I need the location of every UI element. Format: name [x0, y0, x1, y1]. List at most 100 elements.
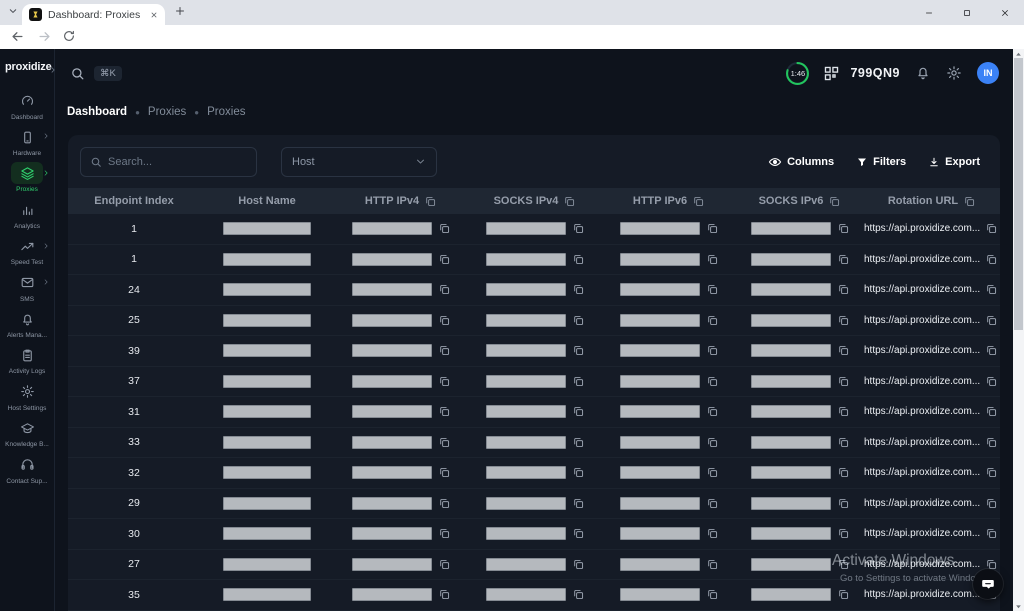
copy-icon[interactable] [438, 314, 451, 327]
copy-icon[interactable] [706, 527, 719, 540]
copy-icon[interactable] [985, 253, 998, 266]
sidebar-item-analytics[interactable]: Analytics [0, 196, 54, 232]
copy-icon[interactable] [837, 283, 850, 296]
copy-icon[interactable] [985, 405, 998, 418]
copy-icon[interactable] [438, 588, 451, 601]
copy-icon[interactable] [438, 344, 451, 357]
copy-icon[interactable] [438, 253, 451, 266]
tab-close-icon[interactable] [150, 11, 158, 19]
sidebar-item-alerts-mana[interactable]: Alerts Mana... [0, 305, 54, 341]
new-tab-button[interactable] [174, 5, 186, 17]
copy-icon[interactable] [706, 558, 719, 571]
copy-icon[interactable] [572, 283, 585, 296]
copy-icon[interactable] [706, 344, 719, 357]
sidebar-item-contact-sup[interactable]: Contact Sup... [0, 451, 54, 487]
copy-icon[interactable] [438, 466, 451, 479]
copy-icon[interactable] [837, 253, 850, 266]
breadcrumb-dashboard[interactable]: Dashboard [67, 106, 127, 118]
copy-icon[interactable] [985, 222, 998, 235]
export-button[interactable]: Export [928, 155, 980, 169]
breadcrumb-proxies[interactable]: Proxies [148, 106, 186, 118]
back-icon[interactable] [10, 29, 25, 44]
copy-icon[interactable] [438, 527, 451, 540]
copy-icon[interactable] [572, 344, 585, 357]
copy-icon[interactable] [438, 222, 451, 235]
copy-icon[interactable] [837, 558, 850, 571]
copy-icon[interactable] [985, 436, 998, 449]
copy-icon[interactable] [985, 466, 998, 479]
copy-icon[interactable] [438, 436, 451, 449]
qr-code-icon[interactable] [823, 65, 840, 82]
filters-button[interactable]: Filters [856, 155, 906, 169]
forward-icon[interactable] [37, 29, 52, 44]
sidebar-item-host-settings[interactable]: Host Settings [0, 378, 54, 414]
tab-search-chevron-icon[interactable] [8, 6, 18, 16]
chat-support-button[interactable] [973, 569, 1003, 599]
copy-icon[interactable] [706, 253, 719, 266]
copy-icon[interactable] [985, 283, 998, 296]
copy-icon[interactable] [572, 527, 585, 540]
copy-icon[interactable] [438, 497, 451, 510]
refresh-icon[interactable] [62, 29, 76, 43]
breadcrumb-proxies-2[interactable]: Proxies [207, 106, 245, 118]
copy-icon[interactable] [985, 375, 998, 388]
sidebar-item-hardware[interactable]: Hardware [0, 123, 54, 159]
copy-icon[interactable] [706, 497, 719, 510]
copy-column-icon[interactable] [692, 195, 705, 208]
copy-icon[interactable] [985, 497, 998, 510]
copy-column-icon[interactable] [424, 195, 437, 208]
scrollbar-down-arrow[interactable] [1013, 601, 1024, 611]
copy-icon[interactable] [572, 314, 585, 327]
copy-icon[interactable] [837, 405, 850, 418]
sidebar-item-dashboard[interactable]: Dashboard [0, 87, 54, 123]
copy-icon[interactable] [572, 405, 585, 418]
sidebar-item-knowledge-b[interactable]: Knowledge B... [0, 415, 54, 451]
copy-column-icon[interactable] [828, 195, 841, 208]
browser-scrollbar[interactable] [1013, 49, 1024, 611]
copy-icon[interactable] [837, 527, 850, 540]
copy-icon[interactable] [572, 222, 585, 235]
copy-icon[interactable] [837, 344, 850, 357]
copy-icon[interactable] [837, 314, 850, 327]
search-shortcut-badge[interactable]: ⌘K [94, 66, 122, 81]
copy-icon[interactable] [572, 558, 585, 571]
scrollbar-thumb[interactable] [1014, 58, 1023, 330]
copy-icon[interactable] [837, 436, 850, 449]
copy-icon[interactable] [706, 283, 719, 296]
copy-icon[interactable] [438, 283, 451, 296]
notifications-bell-icon[interactable] [915, 65, 931, 81]
copy-icon[interactable] [706, 436, 719, 449]
copy-icon[interactable] [438, 375, 451, 388]
copy-icon[interactable] [985, 527, 998, 540]
copy-icon[interactable] [837, 466, 850, 479]
host-filter-dropdown[interactable]: Host [281, 147, 437, 177]
copy-icon[interactable] [438, 558, 451, 571]
sidebar-item-proxies[interactable]: Proxies [0, 160, 54, 196]
copy-icon[interactable] [837, 375, 850, 388]
search-input[interactable] [108, 156, 247, 168]
copy-icon[interactable] [706, 466, 719, 479]
copy-icon[interactable] [706, 222, 719, 235]
sidebar-item-activity-logs[interactable]: Activity Logs [0, 342, 54, 378]
sidebar-item-speed-test[interactable]: Speed Test [0, 233, 54, 269]
user-avatar[interactable]: IN [977, 62, 999, 84]
copy-icon[interactable] [572, 375, 585, 388]
copy-icon[interactable] [985, 344, 998, 357]
sidebar-item-sms[interactable]: SMS [0, 269, 54, 305]
copy-icon[interactable] [837, 497, 850, 510]
settings-gear-icon[interactable] [946, 65, 962, 81]
copy-icon[interactable] [837, 588, 850, 601]
browser-tab[interactable]: Dashboard: Proxies [22, 4, 165, 25]
table-search-field[interactable] [80, 147, 257, 177]
copy-icon[interactable] [706, 588, 719, 601]
copy-column-icon[interactable] [963, 195, 976, 208]
copy-icon[interactable] [985, 314, 998, 327]
copy-icon[interactable] [837, 222, 850, 235]
copy-icon[interactable] [706, 405, 719, 418]
copy-column-icon[interactable] [563, 195, 576, 208]
copy-icon[interactable] [572, 466, 585, 479]
window-minimize-button[interactable] [910, 0, 948, 25]
copy-icon[interactable] [572, 588, 585, 601]
window-close-button[interactable] [986, 0, 1024, 25]
copy-icon[interactable] [706, 314, 719, 327]
